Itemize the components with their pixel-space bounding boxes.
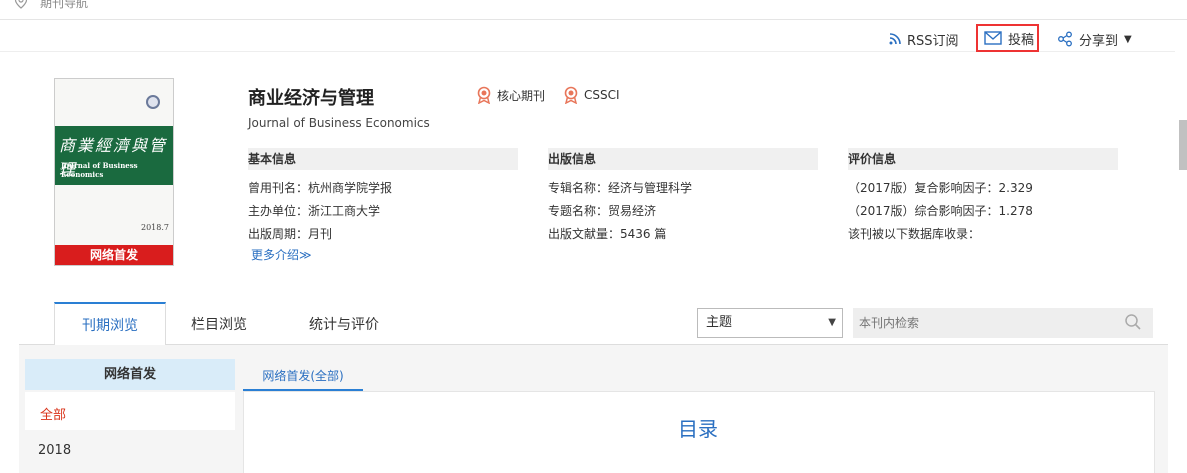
cover-title-en: Journal of Business Economics [61,161,138,179]
scrollbar[interactable] [1175,22,1187,473]
rss-icon [889,33,901,45]
tab-column-browse[interactable]: 栏目浏览 [179,302,259,345]
section-basic-info: 基本信息 [248,148,518,170]
share-icon [1058,31,1072,47]
cover-date: 2018.7 [141,223,169,232]
tab-online-first-all[interactable]: 网络首发(全部) [243,363,363,391]
info-row: 该刊被以下数据库收录： [848,227,981,241]
info-row: （2017版）综合影响因子：1.278 [848,204,1033,218]
breadcrumb-label[interactable]: 期刊导航 [40,0,88,11]
info-row: （2017版）复合影响因子：2.329 [848,181,1033,195]
sidebar-header: 网络首发 [25,359,235,390]
info-row: 专题名称：贸易经济 [548,204,657,218]
search-scope-value: 主题 [706,315,733,330]
section-publish-info: 出版信息 [548,148,818,170]
scrollbar-thumb[interactable] [1179,120,1187,170]
info-row: 主办单位：浙江工商大学 [248,204,381,218]
info-row: 专辑名称：经济与管理科学 [548,181,693,195]
badge-core-journal: 核心期刊 [476,86,545,104]
badge-cssci: CSSCI [563,86,620,104]
breadcrumb: 期刊导航 [0,0,1187,20]
info-row: 出版文献量：5436 篇 [548,227,667,241]
award-icon [477,86,491,104]
share-label: 分享到 [1079,33,1119,49]
section-eval-info: 评价信息 [848,148,1118,170]
online-first-tag: 网络首发 [55,245,173,265]
caret-down-icon: ▼ [1124,33,1132,45]
cover-band: 商業經濟與管理 Journal of Business Economics [55,126,173,185]
sidebar-item-all[interactable]: 全部 [40,404,66,423]
tab-stats-eval[interactable]: 统计与评价 [289,302,399,345]
toolbar: RSS订阅 投稿 分享到 ▼ [0,22,1187,52]
search-input[interactable] [853,308,1153,338]
info-row: 出版周期：月刊 [248,227,333,241]
submit-label: 投稿 [1008,32,1035,48]
badge-core-label: 核心期刊 [497,88,546,103]
location-pin-icon [14,0,28,9]
emblem-icon [146,95,160,109]
search-scope-select[interactable]: 主题 ▼ [697,308,843,338]
more-intro-link[interactable]: 更多介绍≫ [251,246,312,263]
select-arrow-icon: ▼ [828,317,836,328]
journal-title: 商业经济与管理 [248,88,374,109]
sidebar-item-2018[interactable]: 2018 [38,443,71,458]
tab-issue-browse[interactable]: 刊期浏览 [54,302,166,346]
badge-cssci-label: CSSCI [584,88,620,102]
rss-label: RSS订阅 [907,33,959,49]
journal-cover[interactable]: 商業經濟與管理 Journal of Business Economics 20… [54,78,174,266]
journal-subtitle: Journal of Business Economics [248,116,430,130]
rss-subscribe-button[interactable]: RSS订阅 [889,26,959,52]
award-icon [564,86,578,104]
info-row: 曾用刊名：杭州商学院学报 [248,181,393,195]
toc-title: 目录 [678,417,718,441]
submit-manuscript-button[interactable]: 投稿 [976,24,1039,52]
envelope-icon [984,31,1002,45]
share-button[interactable]: 分享到 ▼ [1057,26,1132,52]
search-icon[interactable] [1124,313,1142,331]
